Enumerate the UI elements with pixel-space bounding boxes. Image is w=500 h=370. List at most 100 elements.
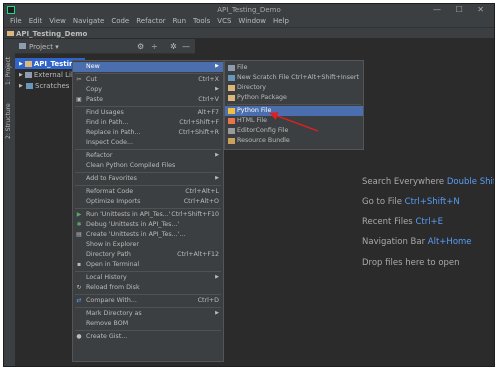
hint-text: Go to File: [362, 197, 402, 207]
submenu-item-directory[interactable]: Directory: [225, 83, 363, 93]
hint-shortcut: Double Shift: [446, 177, 495, 187]
menu-help[interactable]: Help: [270, 16, 293, 27]
menu-separator: [75, 185, 221, 186]
python-package-icon: [228, 95, 235, 101]
submenu-item-editorconfig-file[interactable]: EditorConfig File: [225, 126, 363, 136]
menu-item-label: New Scratch File: [237, 74, 290, 81]
submenu-item-resource-bundle[interactable]: Resource Bundle: [225, 136, 363, 146]
folder-icon: [24, 60, 32, 67]
menu-item-label: Reload from Disk: [86, 284, 140, 291]
context-menu-item-new[interactable]: New ▶: [73, 62, 223, 72]
menu-separator: [75, 330, 221, 331]
menu-item-label: Create 'Unittests in API_Tes...'...: [86, 231, 186, 238]
gear-icon[interactable]: ✲: [170, 42, 177, 51]
context-menu-item-cut[interactable]: ✂ Cut Ctrl+X: [73, 75, 223, 85]
menu-file[interactable]: File: [7, 16, 26, 27]
chevron-right-icon: ▶: [215, 274, 219, 280]
github-icon: ●: [76, 333, 82, 340]
context-menu-item-inspect-code[interactable]: Inspect Code...: [73, 138, 223, 148]
directory-icon: [228, 85, 235, 91]
menu-bar: File Edit View Navigate Code Refactor Run Tools…: [4, 16, 494, 27]
project-view-label: Project: [29, 43, 53, 51]
menu-item-label: File: [237, 64, 248, 71]
chevron-right-icon: ▶: [215, 175, 219, 181]
menu-item-label: Mark Directory as: [86, 310, 142, 317]
context-menu-item-open-in-terminal[interactable]: ▪ Open in Terminal: [73, 260, 223, 270]
menu-item-label: HTML File: [237, 117, 268, 124]
tab-structure[interactable]: 2: Structure: [5, 95, 14, 139]
context-menu-item-local-history[interactable]: Local History ▶: [73, 273, 223, 283]
menu-window[interactable]: Window: [235, 16, 270, 27]
menu-item-label: Local History: [86, 274, 127, 281]
chevron-right-icon[interactable]: ▶: [19, 72, 23, 78]
menu-item-label: Compare With...: [86, 297, 137, 304]
context-menu-item-debug-unittests-in-api-tes[interactable]: ✱ Debug 'Unittests in API_Tes...': [73, 220, 223, 230]
menu-code[interactable]: Code: [108, 16, 133, 27]
menu-navigate[interactable]: Navigate: [70, 16, 108, 27]
target-icon[interactable]: ⚙: [137, 42, 144, 51]
collapse-all-icon[interactable]: ÷: [151, 42, 158, 51]
chevron-right-icon[interactable]: ▶: [19, 61, 23, 67]
context-menu-item-find-in-path[interactable]: Find in Path... Ctrl+Shift+F: [73, 118, 223, 128]
scratch-file-icon: [228, 75, 235, 81]
window-controls[interactable]: — ☐ ✕: [433, 5, 490, 14]
menu-item-label: Show in Explorer: [86, 241, 139, 248]
menu-edit[interactable]: Edit: [26, 16, 47, 27]
context-menu-item-directory-path[interactable]: Directory Path Ctrl+Alt+F12: [73, 250, 223, 260]
menu-item-shortcut: Ctrl+Shift+R: [178, 129, 219, 136]
hide-panel-icon[interactable]: —: [182, 42, 190, 51]
menu-item-label: Remove BOM: [86, 320, 129, 327]
editor-hint: Search Everywhere Double Shift: [362, 177, 495, 187]
project-view-selector[interactable]: Project ▾: [29, 43, 59, 51]
context-menu-item-paste[interactable]: ▣ Paste Ctrl+V: [73, 95, 223, 105]
submenu-item-python-package[interactable]: Python Package: [225, 93, 363, 103]
submenu-item-html-file[interactable]: HTML File: [225, 116, 363, 126]
chevron-right-icon[interactable]: ▶: [19, 83, 24, 89]
menu-item-label: Find in Path...: [86, 119, 129, 126]
context-menu-item-show-in-explorer[interactable]: Show in Explorer: [73, 240, 223, 250]
context-menu-item-compare-with[interactable]: ⇄ Compare With... Ctrl+D: [73, 296, 223, 306]
menu-tools[interactable]: Tools: [190, 16, 214, 27]
submenu-item-new-scratch-file[interactable]: New Scratch File Ctrl+Alt+Shift+Insert: [225, 73, 363, 83]
cut-icon: ✂: [76, 76, 82, 83]
context-menu-item-optimize-imports[interactable]: Optimize Imports Ctrl+Alt+O: [73, 197, 223, 207]
context-menu-item-reformat-code[interactable]: Reformat Code Ctrl+Alt+L: [73, 187, 223, 197]
context-menu-item-remove-bom[interactable]: Remove BOM: [73, 319, 223, 329]
context-menu-item-add-to-favorites[interactable]: Add to Favorites ▶: [73, 174, 223, 184]
menu-separator: [75, 271, 221, 272]
context-menu-item-run-unittests-in-api-tes[interactable]: ▶ Run 'Unittests in API_Tes...' Ctrl+Shift…: [73, 210, 223, 220]
menu-view[interactable]: View: [46, 16, 70, 27]
project-panel-header: Project ▾ ⚙ ÷ ✲ —: [15, 39, 195, 54]
tab-project[interactable]: 1: Project: [5, 47, 14, 85]
new-submenu: File New Scratch File Ctrl+Alt+Shift+Inser…: [224, 60, 364, 150]
menu-item-label: Paste: [86, 96, 103, 103]
menu-item-label: Find Usages: [86, 109, 124, 116]
menu-item-label: Create Gist...: [86, 333, 128, 340]
menu-run[interactable]: Run: [170, 16, 190, 27]
context-menu-item-copy[interactable]: Copy ▶: [73, 85, 223, 95]
context-menu-item-clean-python-compiled-files[interactable]: Clean Python Compiled Files: [73, 161, 223, 171]
menu-item-label: Python Package: [237, 94, 287, 101]
submenu-item-python-file[interactable]: Python File: [225, 106, 363, 116]
chevron-right-icon: ▶: [215, 310, 219, 316]
context-menu-item-create-gist[interactable]: ● Create Gist...: [73, 332, 223, 342]
breadcrumb-project[interactable]: API_Testing_Demo: [16, 30, 87, 38]
menu-separator: [75, 149, 221, 150]
context-menu-item-reload-from-disk[interactable]: ↻ Reload from Disk: [73, 283, 223, 293]
context-menu-item-refactor[interactable]: Refactor ▶: [73, 151, 223, 161]
debug-icon: ✱: [76, 221, 82, 228]
menu-item-label: Directory: [237, 84, 267, 91]
compare-icon: ⇄: [76, 297, 82, 304]
submenu-item-file[interactable]: File: [225, 63, 363, 73]
context-menu-item-find-usages[interactable]: Find Usages Alt+F7: [73, 108, 223, 118]
menu-item-shortcut: Ctrl+Alt+L: [185, 188, 219, 195]
menu-item-label: Run 'Unittests in API_Tes...': [86, 211, 171, 218]
context-menu-item-replace-in-path[interactable]: Replace in Path... Ctrl+Shift+R: [73, 128, 223, 138]
menu-item-shortcut: Ctrl+Shift+F10: [171, 211, 219, 218]
menu-refactor[interactable]: Refactor: [133, 16, 169, 27]
hint-text: Search Everywhere: [362, 177, 445, 187]
menu-vcs[interactable]: VCS: [214, 16, 235, 27]
context-menu-item-create-unittests-in-api-tes[interactable]: ▤ Create 'Unittests in API_Tes...'...: [73, 230, 223, 240]
context-menu-item-mark-directory-as[interactable]: Mark Directory as ▶: [73, 309, 223, 319]
project-view-icon: [19, 43, 26, 49]
